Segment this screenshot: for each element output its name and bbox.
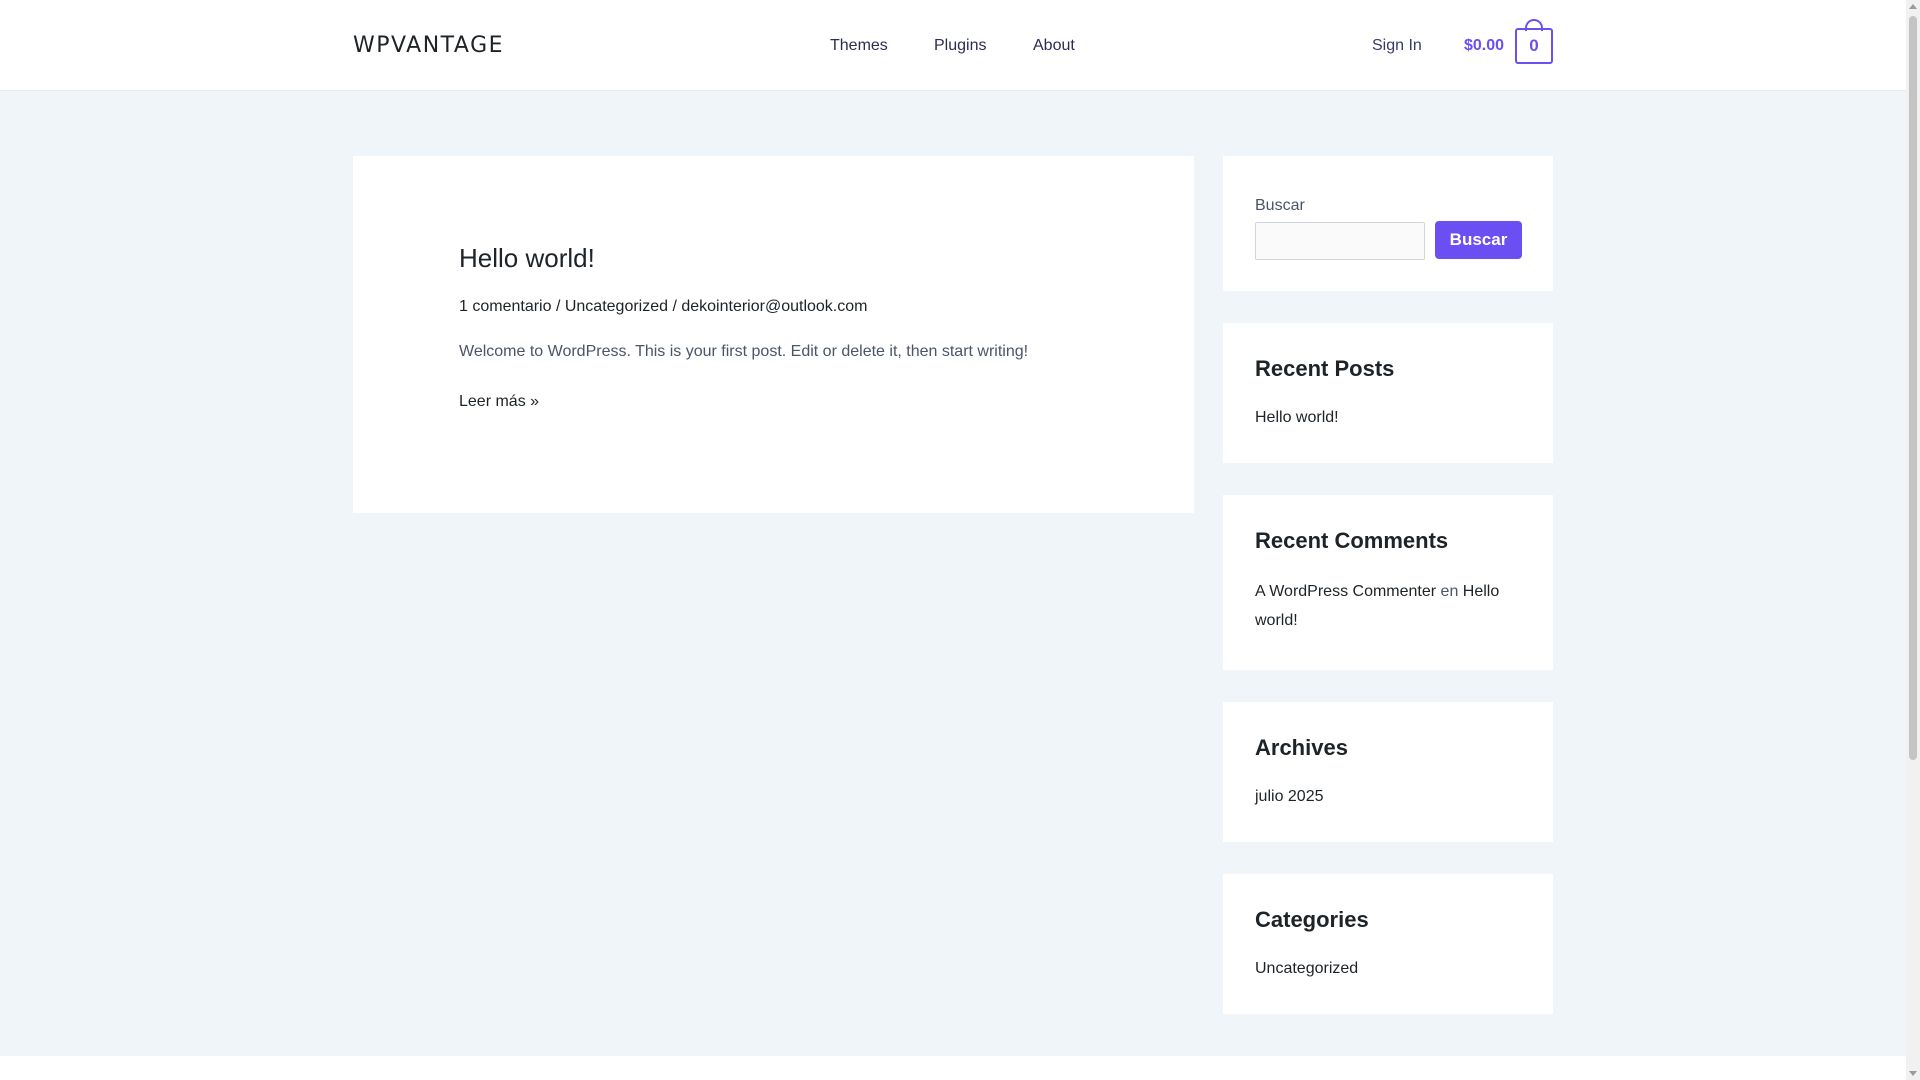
cart-total[interactable]: $0.00 bbox=[1464, 35, 1504, 57]
comment-author-link[interactable]: A WordPress Commenter bbox=[1255, 583, 1436, 600]
footer-strip bbox=[0, 1056, 1906, 1080]
search-widget: Buscar Buscar bbox=[1223, 156, 1553, 291]
categories-widget: Categories Uncategorized bbox=[1223, 874, 1553, 1014]
widget-title: Categories bbox=[1255, 907, 1369, 932]
widget-title: Recent Comments bbox=[1255, 528, 1449, 553]
post-excerpt: Welcome to WordPress. This is your first… bbox=[459, 343, 1029, 360]
scroll-down-arrow-icon[interactable] bbox=[1909, 1071, 1917, 1076]
search-input[interactable] bbox=[1255, 222, 1425, 260]
scroll-up-arrow-icon[interactable] bbox=[1909, 4, 1917, 9]
site-logo[interactable]: WPVANTAGE bbox=[353, 35, 504, 57]
post-meta: 1 comentario / Uncategorized / dekointer… bbox=[459, 296, 867, 318]
widget-title: Recent Posts bbox=[1255, 356, 1395, 381]
nav-item-themes[interactable]: Themes bbox=[830, 35, 888, 57]
comment-connector: en bbox=[1440, 583, 1463, 600]
nav-item-plugins[interactable]: Plugins bbox=[934, 35, 986, 57]
recent-comments-widget: Recent Comments A WordPress Commenter en… bbox=[1223, 495, 1553, 670]
read-more-link[interactable]: Leer más » bbox=[459, 391, 539, 413]
nav-item-about[interactable]: About bbox=[1033, 35, 1075, 57]
cart-count-button[interactable]: 0 bbox=[1515, 28, 1553, 64]
recent-post-link[interactable]: Hello world! bbox=[1255, 407, 1339, 429]
archives-widget: Archives julio 2025 bbox=[1223, 702, 1553, 842]
recent-posts-widget: Recent Posts Hello world! bbox=[1223, 323, 1553, 463]
sign-in-link[interactable]: Sign In bbox=[1372, 35, 1422, 57]
meta-separator: / bbox=[555, 298, 565, 315]
search-label: Buscar bbox=[1255, 197, 1305, 214]
recent-comment-item: A WordPress Commenter en Hello world! bbox=[1255, 577, 1525, 635]
scrollbar-thumb[interactable] bbox=[1909, 16, 1917, 760]
search-button[interactable]: Buscar bbox=[1435, 221, 1522, 259]
post-author-link[interactable]: dekointerior@outlook.com bbox=[681, 298, 867, 315]
post-category-link[interactable]: Uncategorized bbox=[565, 298, 668, 315]
site-header: WPVANTAGE Themes Plugins About Sign In $… bbox=[0, 0, 1906, 91]
post-title[interactable]: Hello world! bbox=[459, 242, 595, 274]
post-comments-link[interactable]: 1 comentario bbox=[459, 298, 552, 315]
category-link[interactable]: Uncategorized bbox=[1255, 958, 1358, 980]
cart-count: 0 bbox=[1529, 36, 1539, 55]
widget-title: Archives bbox=[1255, 735, 1348, 760]
post-card: Hello world! 1 comentario / Uncategorize… bbox=[353, 156, 1194, 513]
archive-link[interactable]: julio 2025 bbox=[1255, 786, 1324, 808]
